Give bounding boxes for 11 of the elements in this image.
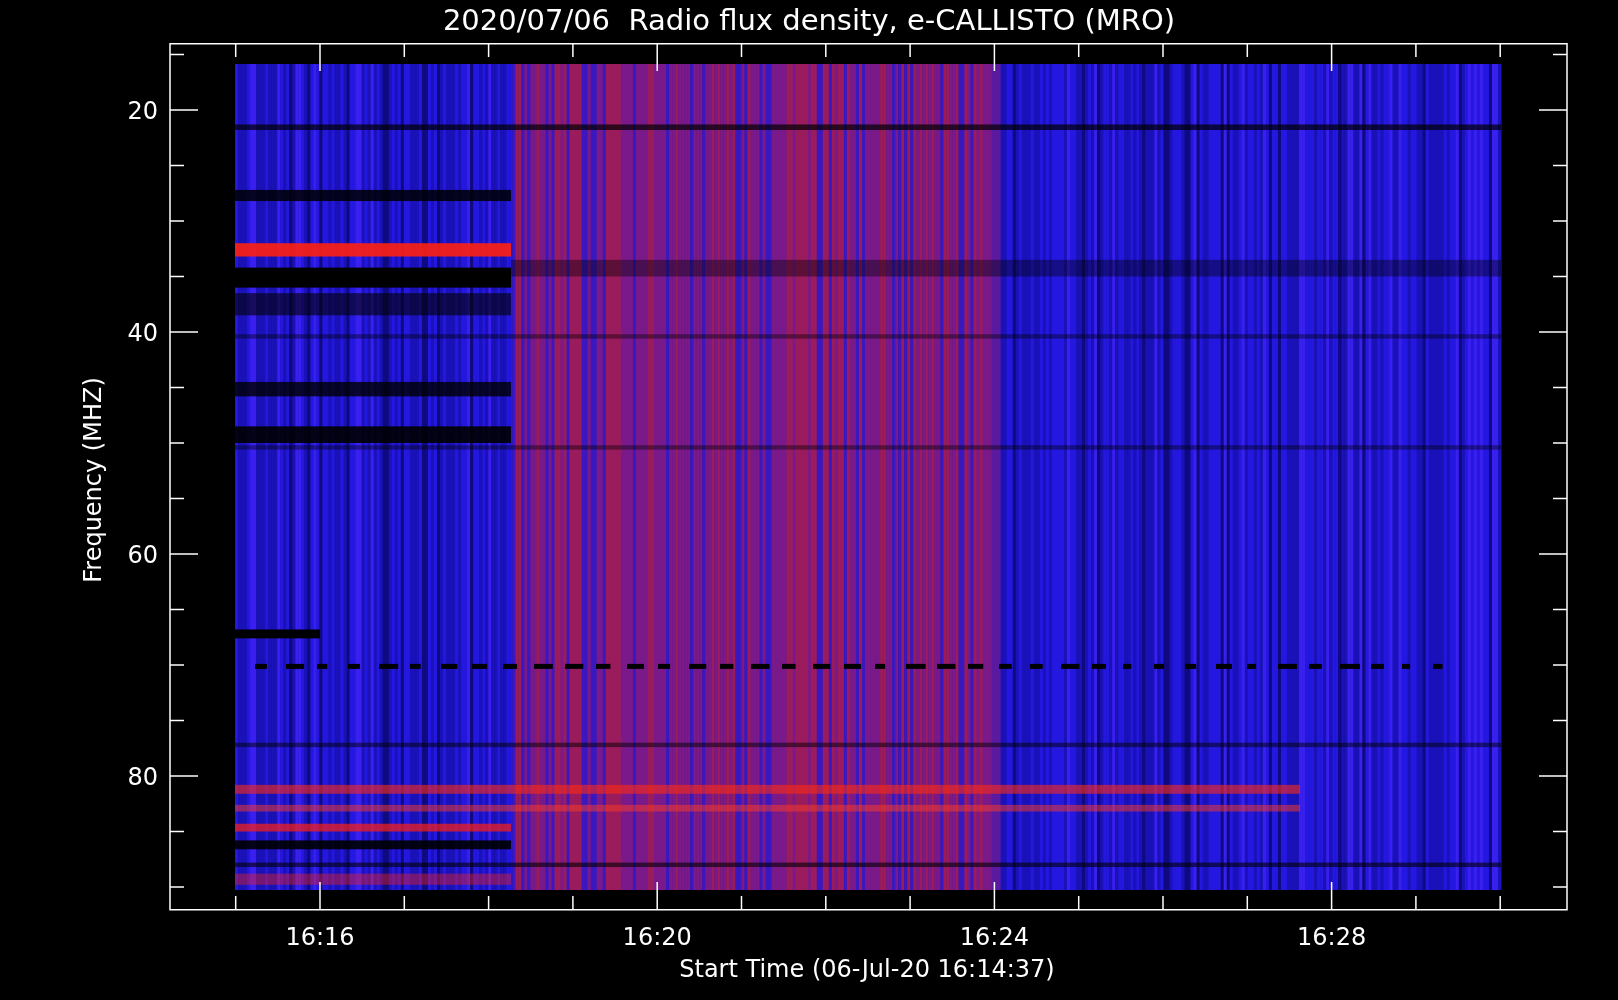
axis-tick-label: 60 <box>127 541 158 569</box>
axis-tick-label: 16:28 <box>1297 923 1367 951</box>
y-axis-title: Frequency (MHZ) <box>79 377 107 583</box>
axis-tick-label: 16:16 <box>285 923 355 951</box>
axis-tick-label: 20 <box>127 97 158 125</box>
chart-title: 2020/07/06 Radio flux density, e-CALLISTO (MRO) <box>442 2 1176 39</box>
axis-tick-label: 80 <box>127 763 158 791</box>
axis-tick-label: 16:20 <box>622 923 692 951</box>
axis-tick-label: 16:24 <box>959 923 1029 951</box>
axis-tick-label: 40 <box>127 319 158 347</box>
x-axis-title: Start Time (06-Jul-20 16:14:37) <box>679 955 1055 983</box>
